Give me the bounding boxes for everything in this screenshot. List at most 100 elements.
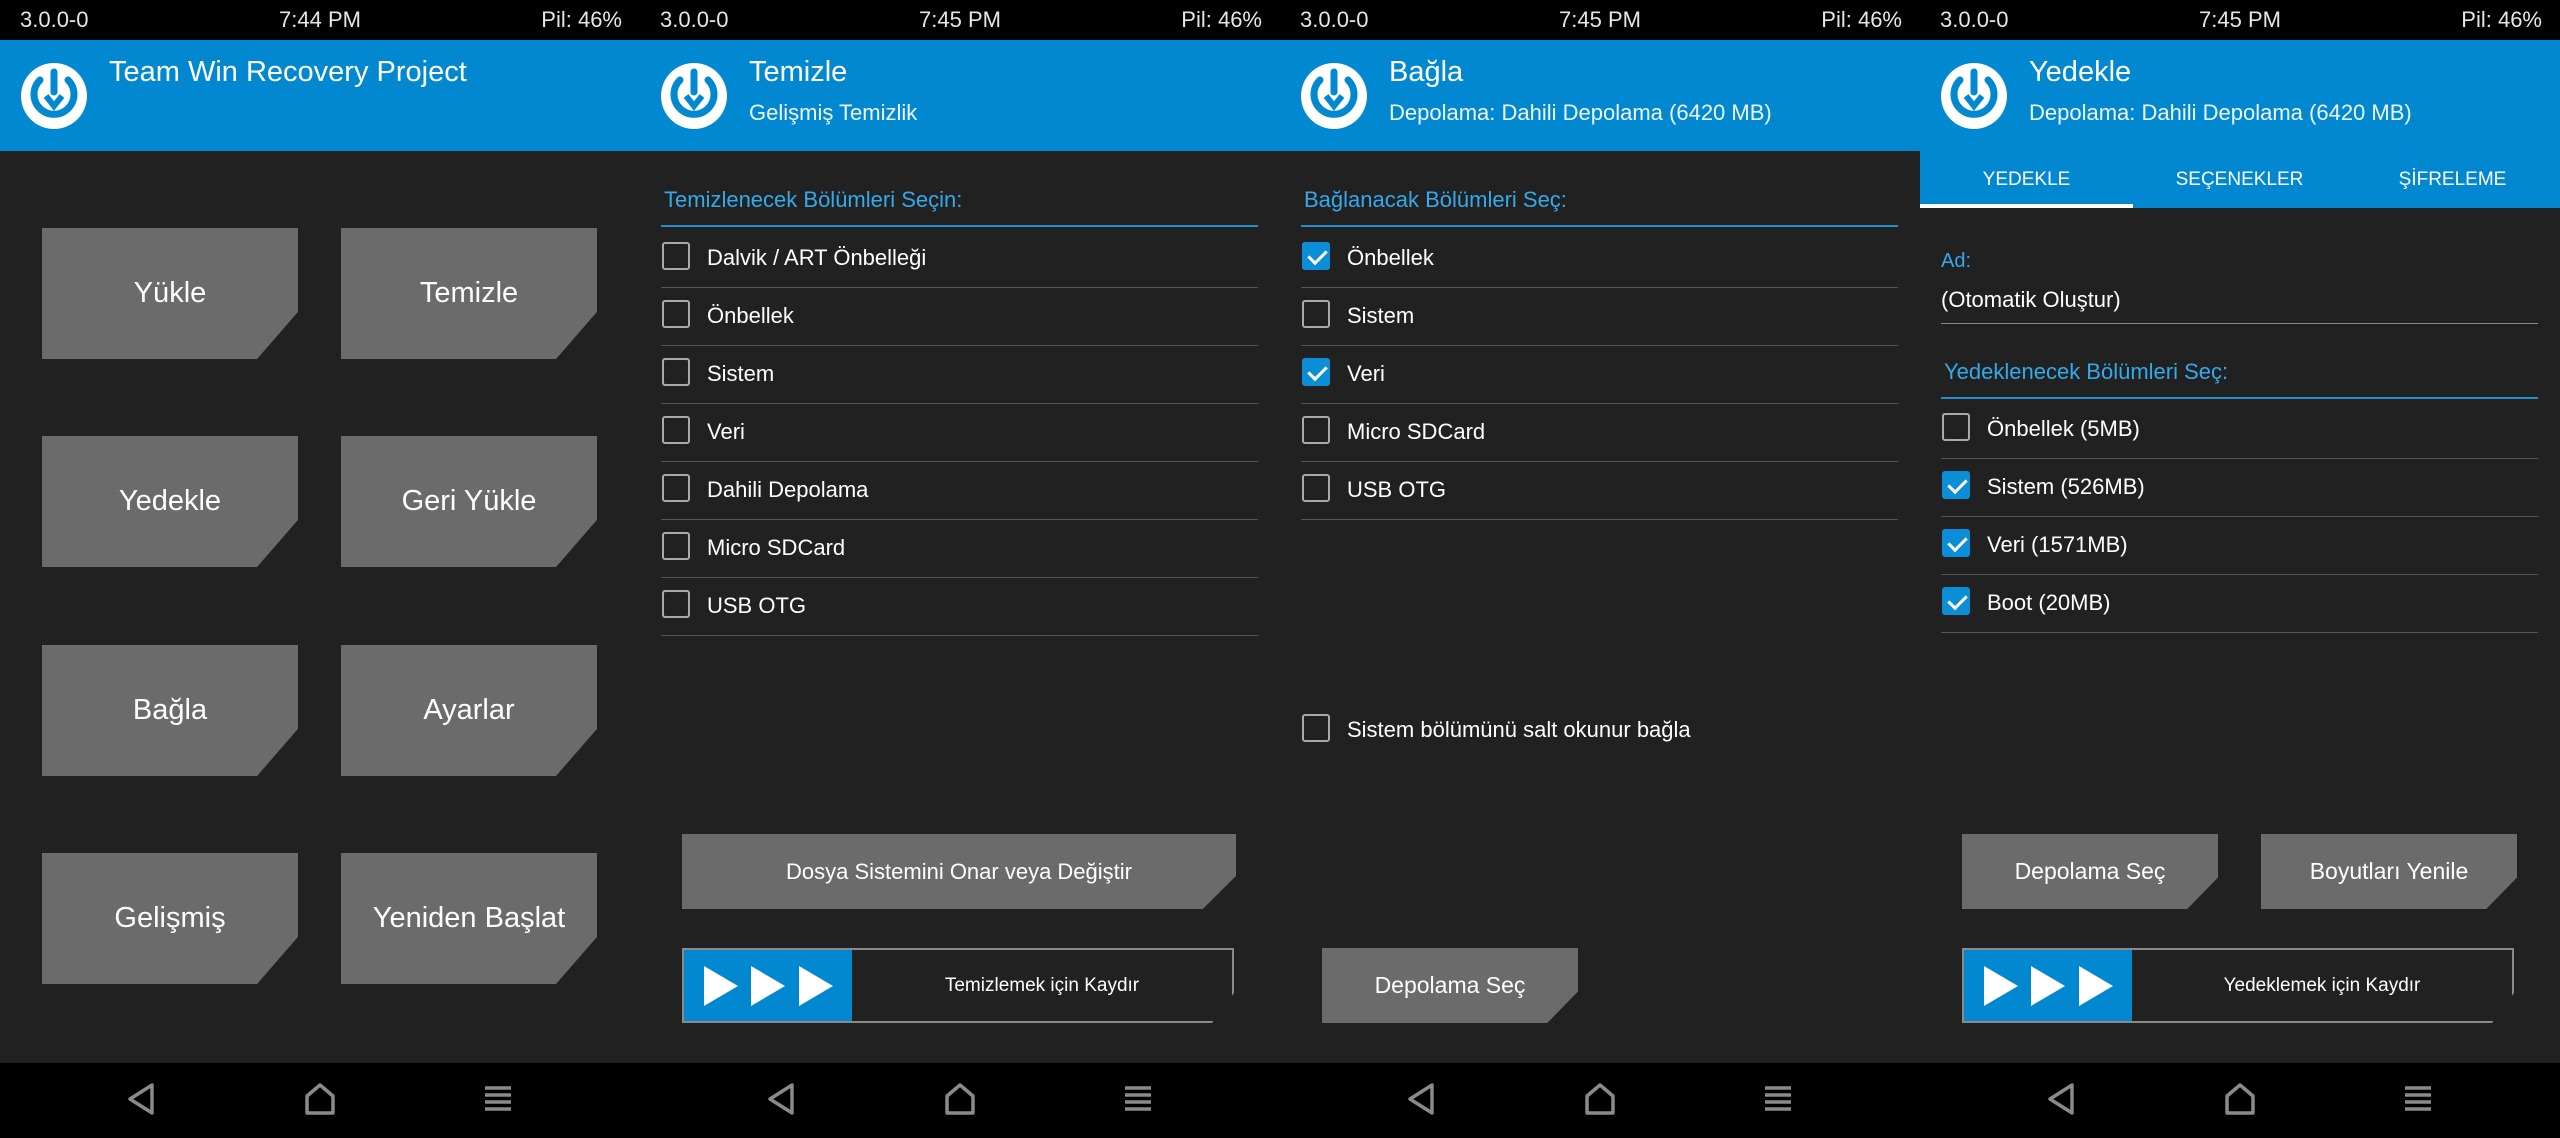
home-icon[interactable]: [302, 1081, 338, 1117]
checkbox-checked[interactable]: [1942, 529, 1970, 557]
checkbox[interactable]: [662, 358, 690, 386]
checkbox[interactable]: [662, 416, 690, 444]
partition-row[interactable]: Sistem: [661, 345, 1258, 404]
swipe-handle[interactable]: [1964, 950, 2132, 1021]
advanced-button[interactable]: Gelişmiş: [42, 853, 298, 984]
tab-options[interactable]: SEÇENEKLER: [2133, 151, 2346, 208]
partition-row[interactable]: Önbellek (5MB): [1941, 400, 2538, 459]
twrp-logo-icon: [1301, 63, 1367, 129]
swipe-to-backup-slider[interactable]: Yedeklemek için Kaydır: [1962, 948, 2514, 1023]
page-title: Bağla: [1389, 56, 1464, 88]
partition-label: Micro SDCard: [1347, 419, 1486, 444]
home-icon[interactable]: [942, 1081, 978, 1117]
back-icon[interactable]: [124, 1081, 160, 1117]
wipe-button[interactable]: Temizle: [341, 228, 597, 359]
partition-row[interactable]: Sistem (526MB): [1941, 458, 2538, 517]
checkbox[interactable]: [1302, 416, 1330, 444]
refresh-sizes-button[interactable]: Boyutları Yenile: [2261, 834, 2517, 909]
settings-button[interactable]: Ayarlar: [341, 645, 597, 776]
menu-icon[interactable]: [2400, 1081, 2436, 1117]
play-arrow-icon: [1983, 965, 2018, 1006]
partition-label: Sistem: [707, 361, 775, 386]
section-divider: [1941, 397, 2538, 399]
tab-backup[interactable]: YEDEKLE: [1920, 151, 2133, 208]
menu-icon[interactable]: [1760, 1081, 1796, 1117]
checkbox[interactable]: [662, 474, 690, 502]
battery-text: Pil: 46%: [2461, 7, 2542, 32]
back-icon[interactable]: [764, 1081, 800, 1117]
menu-icon[interactable]: [480, 1081, 516, 1117]
partition-label: Önbellek (5MB): [1987, 416, 2140, 441]
checkbox[interactable]: [662, 590, 690, 618]
play-arrow-icon: [2078, 965, 2113, 1006]
partition-row[interactable]: Veri: [1301, 345, 1898, 404]
checkbox[interactable]: [1302, 300, 1330, 328]
select-storage-button[interactable]: Depolama Seç: [1322, 948, 1578, 1023]
header: Temizle Gelişmiş Temizlik: [640, 40, 1280, 151]
play-arrow-icon: [703, 965, 738, 1006]
home-icon[interactable]: [2222, 1081, 2258, 1117]
mount-button[interactable]: Bağla: [42, 645, 298, 776]
partition-row[interactable]: Dalvik / ART Önbelleği: [661, 229, 1258, 288]
install-button[interactable]: Yükle: [42, 228, 298, 359]
readonly-system-option[interactable]: Sistem bölümünü salt okunur bağla: [1301, 701, 1898, 759]
checkbox-checked[interactable]: [1942, 471, 1970, 499]
partition-row[interactable]: Önbellek: [661, 287, 1258, 346]
home-icon[interactable]: [1582, 1081, 1618, 1117]
navigation-bar: [0, 1063, 640, 1138]
checkbox-checked[interactable]: [1302, 242, 1330, 270]
select-storage-button[interactable]: Depolama Seç: [1962, 834, 2218, 909]
partition-row[interactable]: Dahili Depolama: [661, 461, 1258, 520]
twrp-logo-icon: [661, 63, 727, 129]
readonly-label: Sistem bölümünü salt okunur bağla: [1347, 717, 1691, 742]
partition-label: Veri: [1347, 361, 1385, 386]
checkbox-checked[interactable]: [1302, 358, 1330, 386]
checkbox[interactable]: [662, 242, 690, 270]
tab-bar: YEDEKLE SEÇENEKLER ŞİFRELEME: [1920, 151, 2560, 208]
partition-row[interactable]: Önbellek: [1301, 229, 1898, 288]
tab-encryption[interactable]: ŞİFRELEME: [2346, 151, 2559, 208]
partition-row[interactable]: Veri (1571MB): [1941, 516, 2538, 575]
partition-row[interactable]: Veri: [661, 403, 1258, 462]
checkbox[interactable]: [1942, 413, 1970, 441]
partition-label: Dalvik / ART Önbelleği: [707, 245, 927, 270]
partition-label: Veri (1571MB): [1987, 532, 2128, 557]
partition-row[interactable]: Micro SDCard: [661, 519, 1258, 578]
swipe-to-wipe-slider[interactable]: Temizlemek için Kaydır: [682, 948, 1234, 1023]
repair-filesystem-button[interactable]: Dosya Sistemini Onar veya Değiştir: [682, 834, 1236, 909]
partition-label: USB OTG: [707, 593, 807, 618]
partition-row[interactable]: Boot (20MB): [1941, 574, 2538, 633]
panel-backup: 3.0.0-0 7:45 PM Pil: 46% Yedekle Depolam…: [1920, 0, 2560, 1138]
back-icon[interactable]: [2044, 1081, 2080, 1117]
swipe-handle[interactable]: [684, 950, 852, 1021]
menu-icon[interactable]: [1120, 1081, 1156, 1117]
back-icon[interactable]: [1404, 1081, 1440, 1117]
partition-label: Veri: [707, 419, 745, 444]
restore-button[interactable]: Geri Yükle: [341, 436, 597, 567]
partition-row[interactable]: USB OTG: [661, 577, 1258, 636]
partition-row[interactable]: Micro SDCard: [1301, 403, 1898, 462]
status-bar: 3.0.0-0 7:45 PM Pil: 46%: [1280, 0, 1920, 40]
readonly-checkbox[interactable]: [1302, 714, 1330, 742]
section-label: Bağlanacak Bölümleri Seç:: [1304, 187, 1567, 212]
panel-wipe: 3.0.0-0 7:45 PM Pil: 46% Temizle Gelişmi…: [640, 0, 1280, 1138]
status-bar: 3.0.0-0 7:45 PM Pil: 46%: [640, 0, 1280, 40]
checkbox[interactable]: [1302, 474, 1330, 502]
play-arrow-icon: [751, 965, 785, 1006]
checkbox[interactable]: [662, 300, 690, 328]
reboot-button[interactable]: Yeniden Başlat: [341, 853, 597, 984]
partition-row[interactable]: USB OTG: [1301, 461, 1898, 520]
header: Bağla Depolama: Dahili Depolama (6420 MB…: [1280, 40, 1920, 151]
backup-button[interactable]: Yedekle: [42, 436, 298, 567]
checkbox[interactable]: [662, 532, 690, 560]
battery-text: Pil: 46%: [1821, 7, 1902, 32]
storage-subtitle: Depolama: Dahili Depolama (6420 MB): [1389, 100, 1772, 125]
backup-name-field[interactable]: (Otomatik Oluştur): [1941, 287, 2121, 313]
partition-row[interactable]: Sistem: [1301, 287, 1898, 346]
section-divider: [1301, 225, 1898, 227]
navigation-bar: [1920, 1063, 2560, 1138]
name-field-underline: [1941, 323, 2538, 324]
checkbox-checked[interactable]: [1942, 587, 1970, 615]
status-bar: 3.0.0-0 7:44 PM Pil: 46%: [0, 0, 640, 40]
section-divider: [661, 225, 1258, 227]
